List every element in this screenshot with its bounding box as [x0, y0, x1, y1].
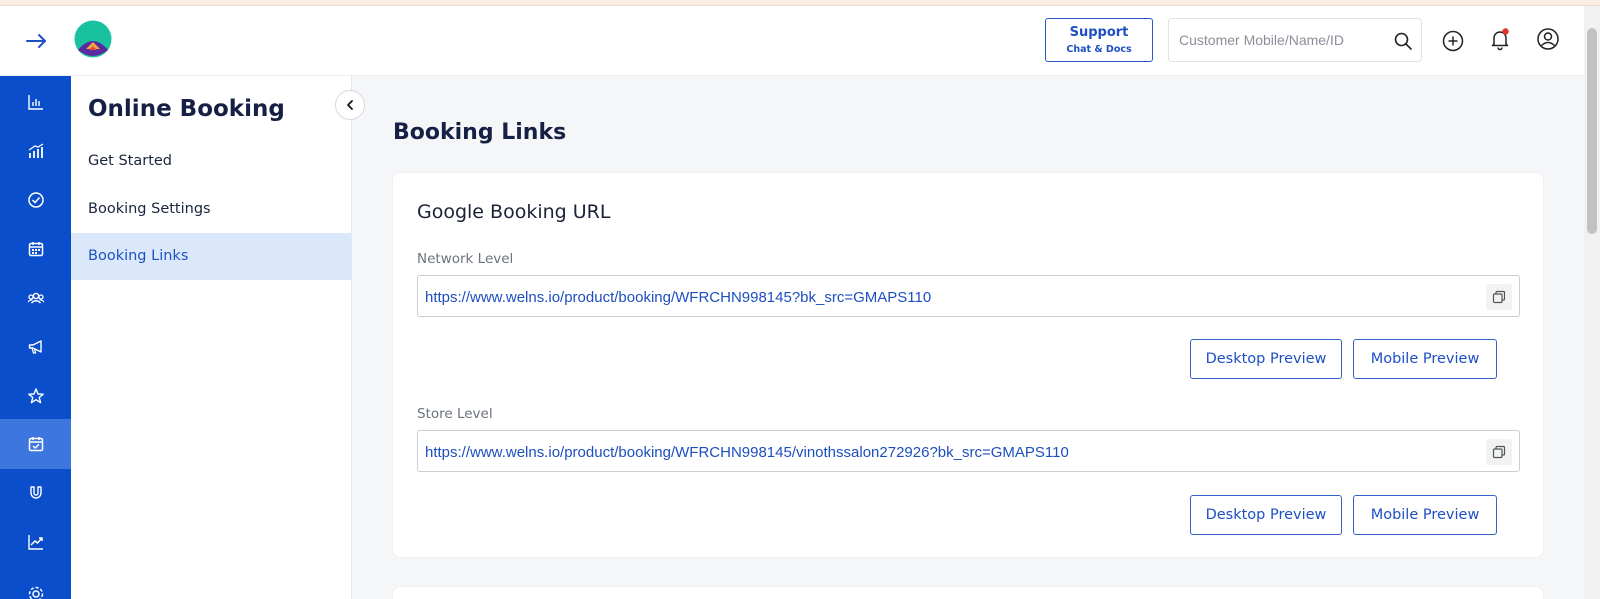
next-card-partial	[392, 586, 1544, 599]
rail-item-growth[interactable]	[0, 126, 71, 176]
rail-item-analytics[interactable]	[0, 77, 71, 127]
support-title: Support	[1069, 25, 1129, 40]
store-level-url-field	[417, 430, 1520, 472]
page-title: Booking Links	[393, 120, 567, 145]
copy-store-url-button[interactable]	[1486, 439, 1512, 465]
google-booking-card: Google Booking URL Network Level Desktop…	[392, 172, 1544, 558]
subnav-item-booking-settings[interactable]: Booking Settings	[71, 186, 351, 233]
network-level-url-field	[417, 275, 1520, 317]
rail-item-campaigns[interactable]	[0, 322, 71, 372]
network-desktop-preview-button[interactable]: Desktop Preview	[1190, 339, 1342, 379]
gear-icon	[28, 586, 43, 599]
notification-bell-icon[interactable]	[1488, 27, 1512, 51]
copy-icon	[1492, 445, 1506, 459]
app-header: Support Chat & Docs	[0, 6, 1584, 76]
network-level-label: Network Level	[417, 251, 514, 267]
check-circle-icon	[27, 192, 44, 208]
brand-logo-icon	[74, 20, 112, 58]
bar-chart-icon	[27, 95, 43, 110]
add-circle-icon[interactable]	[1441, 29, 1465, 53]
support-subtitle: Chat & Docs	[1066, 44, 1132, 55]
main-content: Booking Links Google Booking URL Network…	[352, 76, 1584, 599]
collapse-sidebar-button[interactable]	[335, 90, 365, 120]
customers-icon	[27, 292, 44, 304]
rail-item-customers[interactable]	[0, 273, 71, 323]
store-level-url-input[interactable]	[425, 441, 1465, 463]
page-scrollbar[interactable]	[1584, 6, 1600, 599]
store-mobile-preview-button[interactable]: Mobile Preview	[1353, 495, 1497, 535]
chevron-left-icon	[347, 100, 353, 110]
card-title: Google Booking URL	[417, 201, 611, 223]
rail-item-calendar[interactable]	[0, 224, 71, 274]
calendar-icon	[28, 242, 43, 257]
search-icon[interactable]	[1393, 31, 1413, 51]
subnav-item-get-started[interactable]: Get Started	[71, 138, 351, 185]
growth-chart-icon	[28, 143, 43, 158]
customer-search-input[interactable]	[1179, 30, 1384, 50]
customer-search	[1168, 18, 1422, 62]
star-icon	[27, 388, 44, 404]
online-booking-subnav: Online Booking Get Started Booking Setti…	[71, 76, 365, 599]
store-desktop-preview-button[interactable]: Desktop Preview	[1190, 495, 1342, 535]
magnet-icon	[29, 486, 42, 499]
scrollbar-thumb[interactable]	[1587, 28, 1597, 234]
rail-item-settings[interactable]	[0, 568, 71, 599]
network-mobile-preview-button[interactable]: Mobile Preview	[1353, 339, 1497, 379]
rail-item-tasks[interactable]	[0, 175, 71, 225]
store-level-label: Store Level	[417, 406, 493, 422]
primary-icon-rail	[0, 76, 71, 599]
rail-item-reports[interactable]	[0, 517, 71, 567]
user-profile-icon[interactable]	[1536, 27, 1560, 51]
support-button[interactable]: Support Chat & Docs	[1045, 18, 1153, 62]
subnav-item-booking-links[interactable]: Booking Links	[71, 233, 351, 280]
copy-network-url-button[interactable]	[1486, 284, 1512, 310]
subnav-title: Online Booking	[88, 96, 285, 122]
network-level-url-input[interactable]	[425, 286, 1465, 308]
calendar-check-icon	[28, 437, 43, 452]
expand-menu-arrow-icon[interactable]	[24, 28, 50, 54]
megaphone-icon	[28, 340, 42, 354]
copy-icon	[1492, 290, 1506, 304]
rail-item-loyalty[interactable]	[0, 468, 71, 518]
trend-line-icon	[27, 535, 43, 550]
rail-item-reviews[interactable]	[0, 371, 71, 421]
rail-item-online-booking[interactable]	[0, 419, 71, 469]
